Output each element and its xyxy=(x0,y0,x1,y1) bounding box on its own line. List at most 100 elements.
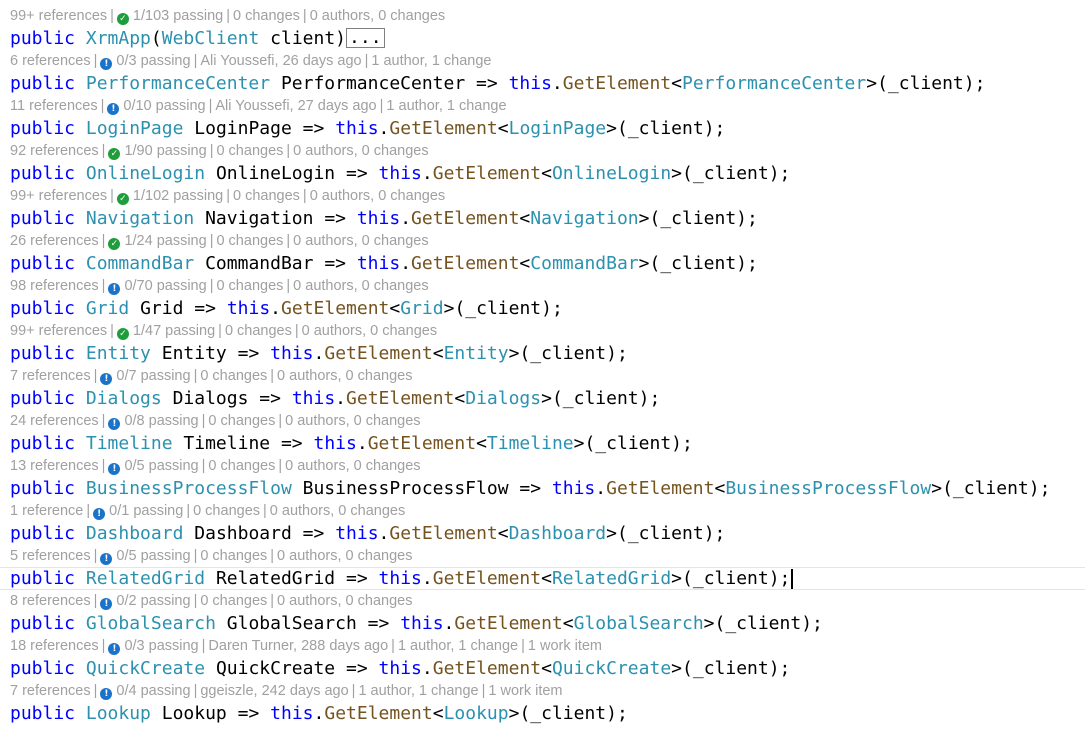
codelens-author[interactable]: 0 changes xyxy=(208,458,275,474)
codelens-changes[interactable]: 0 authors, 0 changes xyxy=(285,458,420,474)
codelens-author[interactable]: 0 changes xyxy=(233,8,300,24)
codelens-author[interactable]: 0 changes xyxy=(233,188,300,204)
code-line[interactable]: public LoginPage LoginPage => this.GetEl… xyxy=(0,117,1085,140)
codelens-tests[interactable]: ✓ 1/103 passing xyxy=(116,8,223,25)
code-line[interactable]: public XrmApp(WebClient client)... xyxy=(0,27,1085,50)
codelens-changes[interactable]: 0 authors, 0 changes xyxy=(293,233,428,249)
code-line[interactable]: public OnlineLogin OnlineLogin => this.G… xyxy=(0,162,1085,185)
codelens-tests[interactable]: ! 0/2 passing xyxy=(100,593,191,610)
codelens-references[interactable]: 5 references xyxy=(10,548,91,564)
codelens-changes[interactable]: 1 author, 1 change xyxy=(371,53,491,69)
codelens-changes[interactable]: 0 authors, 0 changes xyxy=(302,323,437,339)
codelens-author[interactable]: 0 changes xyxy=(216,278,283,294)
codelens-references[interactable]: 8 references xyxy=(10,593,91,609)
code-line[interactable]: public CommandBar CommandBar => this.Get… xyxy=(0,252,1085,275)
codelens-references[interactable]: 26 references xyxy=(10,233,99,249)
codelens-tests[interactable]: ! 0/10 passing xyxy=(107,98,206,115)
codelens-work-items[interactable]: 1 work item xyxy=(488,683,562,699)
codelens-separator: | xyxy=(101,233,106,249)
codelens-author[interactable]: ggeiszle, 242 days ago xyxy=(200,683,348,699)
codelens-author[interactable]: 0 changes xyxy=(200,548,267,564)
codelens-changes[interactable]: 1 author, 1 change xyxy=(386,98,506,114)
codelens-references[interactable]: 18 references xyxy=(10,638,99,654)
codelens-tests[interactable]: ✓ 1/24 passing xyxy=(108,233,207,250)
code-line[interactable]: public Navigation Navigation => this.Get… xyxy=(0,207,1085,230)
code-line[interactable]: public Grid Grid => this.GetElement<Grid… xyxy=(0,297,1085,320)
codelens-author[interactable]: Daren Turner, 288 days ago xyxy=(208,638,388,654)
codelens-references[interactable]: 7 references xyxy=(10,368,91,384)
code-line[interactable]: public Dashboard Dashboard => this.GetEl… xyxy=(0,522,1085,545)
codelens-author[interactable]: 0 changes xyxy=(208,413,275,429)
codelens-author[interactable]: 0 changes xyxy=(225,323,292,339)
codelens-tests[interactable]: ✓ 1/102 passing xyxy=(116,188,223,205)
codelens-author[interactable]: Ali Youssefi, 26 days ago xyxy=(200,53,361,69)
codelens-tests[interactable]: ! 0/5 passing xyxy=(108,458,199,475)
codelens-work-items[interactable]: 1 work item xyxy=(528,638,602,654)
generic-type: Dashboard xyxy=(508,523,607,544)
codelens-references[interactable]: 99+ references xyxy=(10,323,107,339)
code-line[interactable]: public Dialogs Dialogs => this.GetElemen… xyxy=(0,387,1085,410)
codelens-tests[interactable]: ✓ 1/47 passing xyxy=(116,323,215,340)
codelens-tests[interactable]: ! 0/8 passing xyxy=(108,413,199,430)
code-line[interactable]: public PerformanceCenter PerformanceCent… xyxy=(0,72,1085,95)
codelens-line: 6 references |! 0/3 passing | Ali Youssefi, … xyxy=(0,50,1085,72)
codelens-changes[interactable]: 0 authors, 0 changes xyxy=(293,143,428,159)
codelens-references[interactable]: 13 references xyxy=(10,458,99,474)
codelens-changes[interactable]: 1 author, 1 change xyxy=(398,638,518,654)
code-line[interactable]: public Timeline Timeline => this.GetElem… xyxy=(0,432,1085,455)
codelens-changes[interactable]: 0 authors, 0 changes xyxy=(270,503,405,519)
codelens-tests[interactable]: ! 0/7 passing xyxy=(100,368,191,385)
codelens-references[interactable]: 7 references xyxy=(10,683,91,699)
method-name: GetElement xyxy=(432,568,542,589)
codelens-tests[interactable]: ! 0/3 passing xyxy=(108,638,199,655)
codelens-changes[interactable]: 0 authors, 0 changes xyxy=(310,188,445,204)
codelens-references[interactable]: 92 references xyxy=(10,143,99,159)
keyword-this: this xyxy=(291,388,336,409)
codelens-author[interactable]: 0 changes xyxy=(200,593,267,609)
property-type: Dialogs xyxy=(85,388,162,409)
code-line[interactable]: public Lookup Lookup => this.GetElement<… xyxy=(0,702,1085,725)
code-line[interactable]: public Entity Entity => this.GetElement<… xyxy=(0,342,1085,365)
codelens-separator: | xyxy=(302,188,307,204)
codelens-references[interactable]: 99+ references xyxy=(10,188,107,204)
codelens-line: 11 references |! 0/10 passing | Ali Youssefi… xyxy=(0,95,1085,117)
codelens-author[interactable]: 0 changes xyxy=(216,233,283,249)
code-editor[interactable]: 99+ references | ✓ 1/103 passing | 0 changes |… xyxy=(0,0,1085,735)
codelens-references[interactable]: 24 references xyxy=(10,413,99,429)
codelens-references[interactable]: 11 references xyxy=(10,98,98,114)
codelens-line: 99+ references | ✓ 1/103 passing | 0 changes |… xyxy=(0,5,1085,27)
codelens-tests[interactable]: ! 0/1 passing xyxy=(93,503,183,520)
code-line[interactable]: public QuickCreate QuickCreate => this.G… xyxy=(0,657,1085,680)
collapsed-region-button[interactable]: ... xyxy=(346,28,385,48)
codelens-changes[interactable]: 0 authors, 0 changes xyxy=(293,278,428,294)
codelens-tests[interactable]: ! 0/3 passing xyxy=(100,53,191,70)
codelens-separator: | xyxy=(93,53,98,69)
keyword-this: this xyxy=(508,73,552,94)
keyword-this: this xyxy=(270,703,314,724)
codelens-changes[interactable]: 0 authors, 0 changes xyxy=(277,593,412,609)
codelens-changes[interactable]: 0 authors, 0 changes xyxy=(285,413,420,429)
codelens-author[interactable]: Ali Youssefi, 27 days ago xyxy=(215,98,376,114)
codelens-tests[interactable]: ! 0/4 passing xyxy=(100,683,191,700)
codelens-changes[interactable]: 1 author, 1 change xyxy=(358,683,478,699)
codelens-tests[interactable]: ! 0/70 passing xyxy=(108,278,207,295)
keyword-public: public xyxy=(10,658,76,679)
codelens-author[interactable]: 0 changes xyxy=(216,143,283,159)
code-line[interactable]: public RelatedGrid RelatedGrid => this.G… xyxy=(0,567,1085,590)
code-line[interactable]: public GlobalSearch GlobalSearch => this… xyxy=(0,612,1085,635)
codelens-references[interactable]: 6 references xyxy=(10,53,91,69)
codelens-changes[interactable]: 0 authors, 0 changes xyxy=(277,368,412,384)
codelens-tests-label: 0/5 passing xyxy=(116,548,191,564)
method-name: GetElement xyxy=(367,433,477,454)
codelens-references[interactable]: 99+ references xyxy=(10,8,107,24)
codelens-changes[interactable]: 0 authors, 0 changes xyxy=(277,548,412,564)
codelens-separator: | xyxy=(193,368,198,384)
codelens-changes[interactable]: 0 authors, 0 changes xyxy=(310,8,445,24)
codelens-author[interactable]: 0 changes xyxy=(193,503,260,519)
codelens-author[interactable]: 0 changes xyxy=(200,368,267,384)
codelens-references[interactable]: 1 reference xyxy=(10,503,83,519)
codelens-tests[interactable]: ✓ 1/90 passing xyxy=(108,143,207,160)
codelens-references[interactable]: 98 references xyxy=(10,278,99,294)
code-line[interactable]: public BusinessProcessFlow BusinessProce… xyxy=(0,477,1085,500)
codelens-tests[interactable]: ! 0/5 passing xyxy=(100,548,191,565)
